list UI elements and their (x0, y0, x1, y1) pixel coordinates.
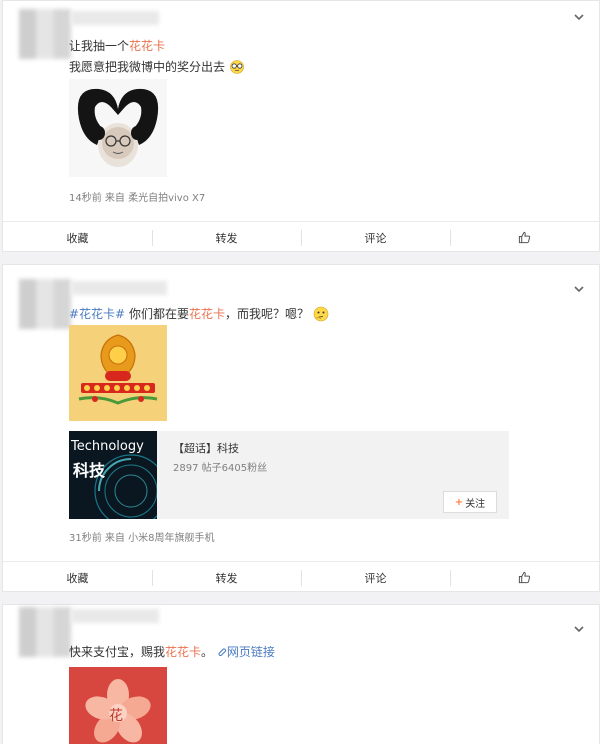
post-timestamp-source: 14秒前 来自 柔光自拍vivo X7 (69, 193, 206, 204)
emoji-glasses-icon (230, 60, 244, 74)
post-text: 你们都在要 (125, 307, 189, 321)
post-text-line: 快来支付宝，赐我花花卡。 网页链接 (69, 643, 275, 660)
web-link[interactable]: 网页链接 (217, 645, 275, 659)
weibo-post-1: 让我抽一个花花卡 我愿意把我微博中的奖分出去 14秒前 来自 柔光自拍vivo … (2, 0, 600, 252)
avatar-blurred[interactable] (19, 607, 71, 657)
link-clip-icon (218, 648, 227, 657)
action-bar: 收藏 转发 评论 (3, 561, 599, 593)
favorite-label: 收藏 (66, 231, 89, 245)
post-text-line: #花花卡# 你们都在要花花卡，而我呢？嗯？ (69, 305, 329, 322)
post-text-line-2: 我愿意把我微博中的奖分出去 (69, 58, 245, 75)
heart-arms-meme-image (77, 88, 159, 167)
favorite-button[interactable]: 收藏 (3, 562, 152, 593)
plus-icon: + (454, 496, 464, 508)
action-bar: 收藏 转发 评论 (3, 221, 599, 253)
post-text: 让我抽一个 (69, 39, 130, 53)
username-blurred[interactable] (71, 11, 159, 25)
topic-cover-image: Technology 科技 (69, 431, 157, 519)
comment-label: 评论 (364, 231, 387, 245)
favorite-button[interactable]: 收藏 (3, 222, 152, 253)
keyword-link[interactable]: 花花卡 (189, 307, 225, 321)
keyword-link[interactable]: 花花卡 (165, 645, 201, 659)
topic-image-caption-cn: 科技 (73, 461, 106, 480)
topic-title[interactable]: 【超话】科技 (173, 440, 239, 456)
web-link-label: 网页链接 (226, 645, 275, 659)
flower-card-char: 花 (109, 708, 123, 724)
topic-stats: 2897 帖子6405粉丝 (173, 463, 268, 474)
repost-label: 转发 (215, 231, 238, 245)
keyword-link[interactable]: 花花卡 (129, 39, 165, 53)
post-text: 。 (201, 645, 214, 659)
like-button[interactable] (450, 562, 599, 593)
weibo-post-2: #花花卡# 你们都在要花花卡，而我呢？嗯？ Technology 科技 【超话】… (2, 264, 600, 592)
comment-button[interactable]: 评论 (301, 222, 450, 253)
post-text: 快来支付宝，赐我 (69, 645, 166, 659)
follow-button[interactable]: + 关注 (443, 491, 497, 513)
repost-button[interactable]: 转发 (152, 222, 301, 253)
post-text-line-1: 让我抽一个花花卡 (69, 37, 165, 54)
thumbs-up-icon (518, 231, 531, 244)
hashtag-link[interactable]: #花花卡# (69, 307, 125, 321)
post-image-meme[interactable] (69, 79, 167, 177)
comment-button[interactable]: 评论 (301, 562, 450, 593)
favorite-label: 收藏 (66, 571, 89, 585)
post-text: ，而我呢？嗯？ (224, 307, 309, 321)
golden-badge-image (69, 325, 167, 421)
chevron-down-icon[interactable] (573, 11, 585, 23)
post-image-flower-card[interactable]: 花 (69, 667, 167, 744)
repost-button[interactable]: 转发 (152, 562, 301, 593)
emoji-thinking-icon (313, 306, 329, 322)
repost-label: 转发 (215, 571, 238, 585)
username-blurred[interactable] (71, 609, 159, 623)
chevron-down-icon[interactable] (573, 623, 585, 635)
chevron-down-icon[interactable] (573, 283, 585, 295)
super-topic-card[interactable]: Technology 科技 【超话】科技 2897 帖子6405粉丝 + 关注 (69, 431, 509, 519)
like-button[interactable] (450, 222, 599, 253)
weibo-post-3: 快来支付宝，赐我花花卡。 网页链接 花 (2, 604, 600, 744)
thumbs-up-icon (518, 571, 531, 584)
username-blurred[interactable] (71, 281, 167, 295)
follow-label: 关注 (465, 498, 486, 510)
topic-image-caption-en: Technology (71, 439, 144, 454)
avatar-blurred[interactable] (19, 9, 71, 59)
post-timestamp-source: 31秒前 来自 小米8周年旗舰手机 (69, 533, 215, 544)
post-text: 我愿意把我微博中的奖分出去 (69, 60, 226, 74)
comment-label: 评论 (364, 571, 387, 585)
avatar-blurred[interactable] (19, 279, 71, 329)
post-image-badge[interactable] (69, 325, 167, 421)
